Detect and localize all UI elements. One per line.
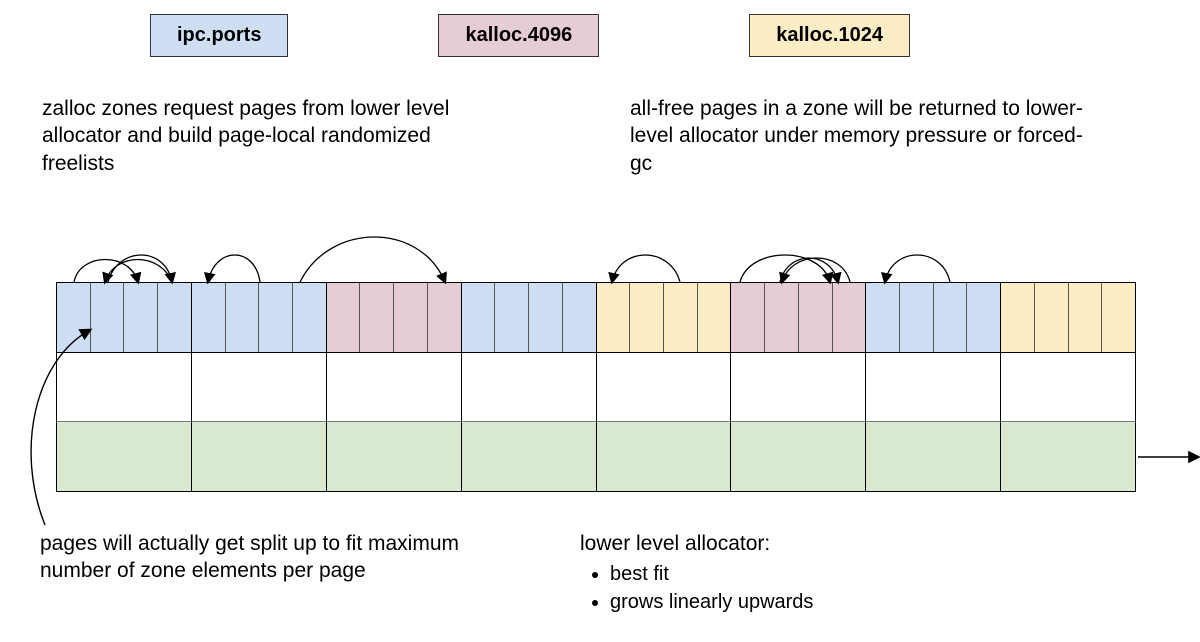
lower-allocator-region xyxy=(597,421,731,491)
memory-page xyxy=(191,282,327,492)
zone-slot xyxy=(630,283,664,352)
memory-page xyxy=(56,282,192,492)
slot-row xyxy=(327,283,461,353)
zone-slot xyxy=(900,283,934,352)
zone-slot xyxy=(597,283,631,352)
lower-alloc-list: best fit grows linearly upwards xyxy=(610,561,1000,615)
zone-slot xyxy=(226,283,260,352)
freelist-arc xyxy=(108,255,172,282)
page-free-region xyxy=(866,353,1000,421)
zone-slot xyxy=(192,283,226,352)
zone-slot xyxy=(394,283,428,352)
slot-row xyxy=(57,283,191,353)
caption-return-pages: all-free pages in a zone will be returne… xyxy=(630,95,1100,177)
zone-slot xyxy=(360,283,394,352)
zone-slot xyxy=(934,283,968,352)
legend-kalloc-1024: kalloc.1024 xyxy=(749,14,910,57)
zone-slot xyxy=(1102,283,1135,352)
caption-lower-alloc: lower level allocator: best fit grows li… xyxy=(580,530,1000,615)
lower-allocator-region xyxy=(462,421,596,491)
memory-page xyxy=(730,282,866,492)
zone-slot xyxy=(799,283,833,352)
page-free-region xyxy=(1001,353,1135,421)
zone-slot xyxy=(495,283,529,352)
caption-page-split: pages will actually get split up to fit … xyxy=(40,530,480,585)
zone-slot xyxy=(428,283,461,352)
legend-row: ipc.ports kalloc.4096 kalloc.1024 xyxy=(0,14,1200,57)
zone-slot xyxy=(462,283,496,352)
zone-slot xyxy=(563,283,596,352)
lower-allocator-region xyxy=(866,421,1000,491)
freelist-arc xyxy=(780,258,838,282)
zone-slot xyxy=(158,283,191,352)
page-strip xyxy=(56,282,1136,492)
zone-slot xyxy=(293,283,326,352)
zone-slot xyxy=(1069,283,1103,352)
page-free-region xyxy=(731,353,865,421)
slot-row xyxy=(192,283,326,353)
zone-slot xyxy=(698,283,731,352)
freelist-arc xyxy=(885,255,950,282)
page-free-region xyxy=(462,353,596,421)
zone-slot xyxy=(1035,283,1069,352)
lower-allocator-region xyxy=(1001,421,1135,491)
zone-slot xyxy=(259,283,293,352)
slot-row xyxy=(597,283,731,353)
lower-alloc-bullet: best fit xyxy=(610,561,1000,587)
page-free-region xyxy=(327,353,461,421)
zone-slot xyxy=(833,283,866,352)
freelist-arc xyxy=(782,258,850,282)
memory-page xyxy=(326,282,462,492)
lower-alloc-heading: lower level allocator: xyxy=(580,532,770,555)
lower-alloc-bullet: grows linearly upwards xyxy=(610,589,1000,615)
lower-allocator-region xyxy=(327,421,461,491)
zone-slot xyxy=(529,283,563,352)
freelist-arc xyxy=(612,255,680,282)
zone-slot xyxy=(327,283,361,352)
freelist-arc xyxy=(740,255,830,282)
slot-row xyxy=(866,283,1000,353)
freelist-arc xyxy=(74,260,138,283)
caption-zalloc-request: zalloc zones request pages from lower le… xyxy=(42,95,462,177)
slot-row xyxy=(731,283,865,353)
zone-slot xyxy=(866,283,900,352)
memory-page xyxy=(461,282,597,492)
page-free-region xyxy=(192,353,326,421)
memory-page xyxy=(596,282,732,492)
legend-kalloc-4096: kalloc.4096 xyxy=(438,14,599,57)
lower-allocator-region xyxy=(57,421,191,491)
zone-slot xyxy=(124,283,158,352)
zone-slot xyxy=(731,283,765,352)
memory-page xyxy=(1000,282,1136,492)
lower-allocator-region xyxy=(192,421,326,491)
page-free-region xyxy=(597,353,731,421)
memory-page xyxy=(865,282,1001,492)
freelist-arc xyxy=(105,260,172,283)
slot-row xyxy=(1001,283,1135,353)
page-free-region xyxy=(57,353,191,421)
freelist-arc xyxy=(300,237,445,282)
zone-slot xyxy=(765,283,799,352)
freelist-arc xyxy=(208,255,260,282)
zone-slot xyxy=(967,283,1000,352)
lower-allocator-region xyxy=(731,421,865,491)
legend-ipc-ports: ipc.ports xyxy=(150,14,288,57)
zone-slot xyxy=(57,283,91,352)
slot-row xyxy=(462,283,596,353)
zone-slot xyxy=(664,283,698,352)
zone-slot xyxy=(91,283,125,352)
zone-slot xyxy=(1001,283,1035,352)
